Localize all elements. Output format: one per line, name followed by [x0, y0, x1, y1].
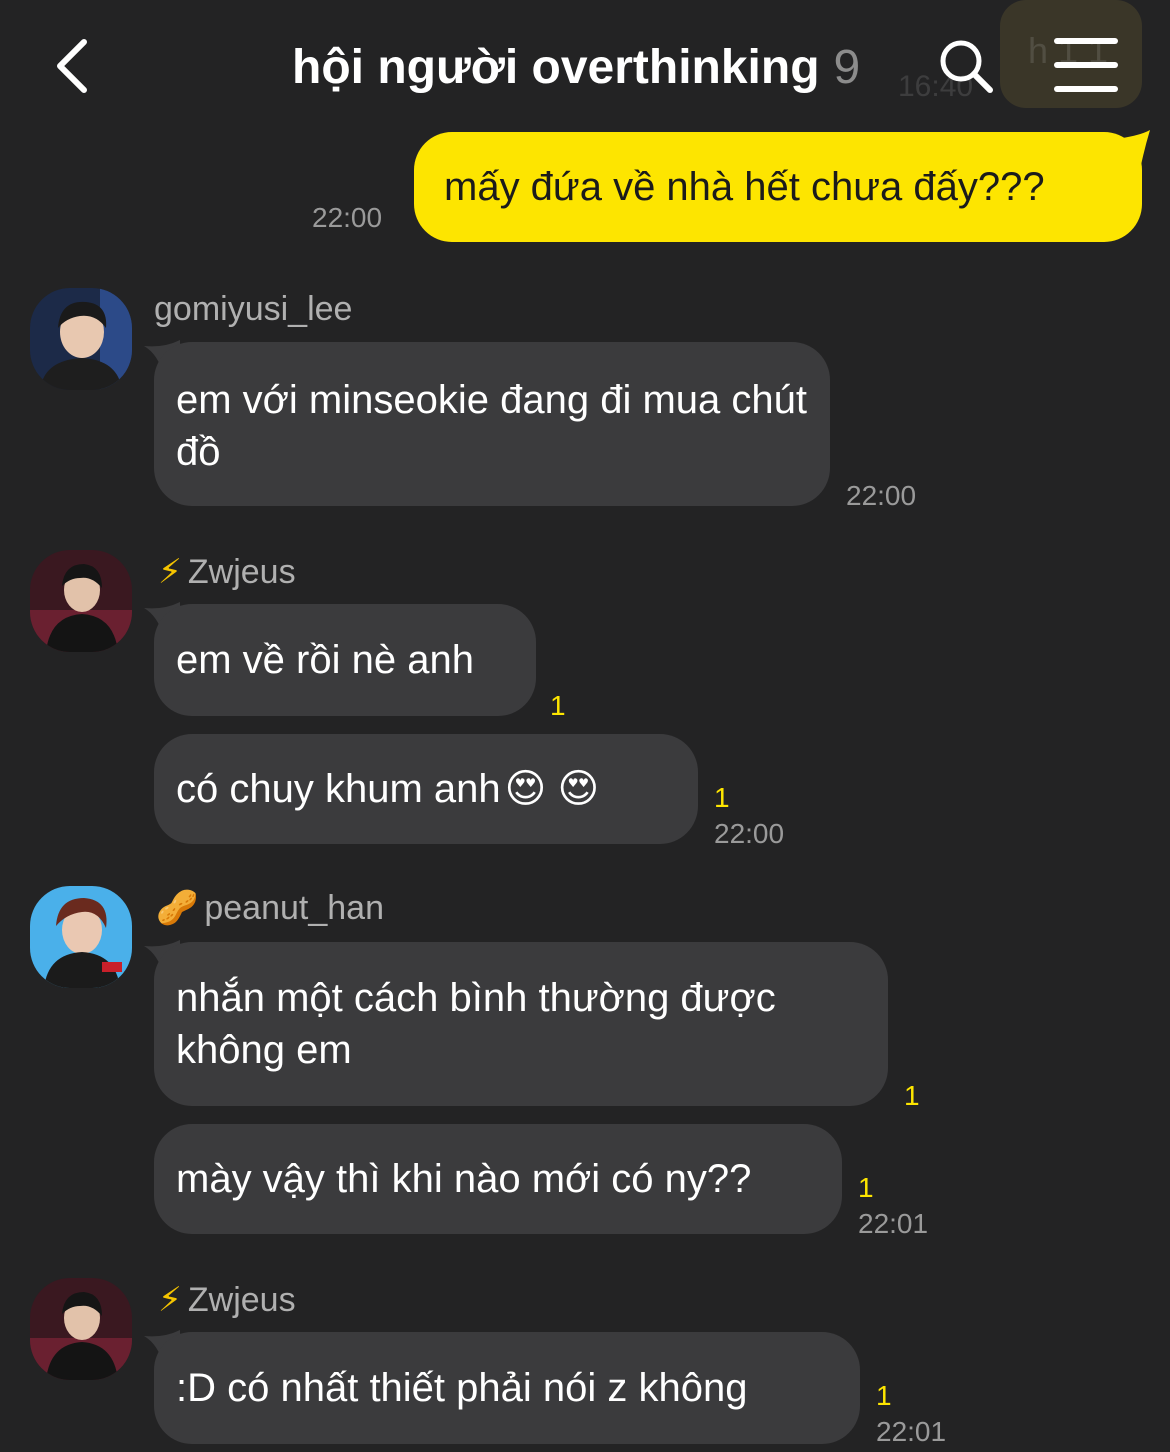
message-text: em với minseokie đang đi mua chút đồ	[176, 378, 807, 474]
avatar[interactable]	[30, 550, 132, 652]
avatar[interactable]	[30, 288, 132, 390]
message-bubble[interactable]: nhắn một cách bình thường được không em	[154, 942, 888, 1106]
peanut-icon: 🥜	[156, 889, 199, 927]
heart-eyes-emoji: 😍 😍	[504, 767, 600, 811]
menu-line	[1054, 62, 1118, 68]
message-text: :D có nhất thiết phải nói z không	[176, 1366, 748, 1410]
message-time: 22:00	[312, 202, 383, 233]
message-text: có chuy khum anh	[176, 767, 501, 811]
message-bubble[interactable]: em về rồi nè anh	[154, 604, 536, 716]
message-bubble-mine[interactable]: mấy đứa về nhà hết chưa đấy???	[414, 132, 1142, 242]
chat-header: hội người overthinking 9 h 1 1 16:40	[0, 0, 1170, 130]
message-time: 22:01	[858, 1208, 929, 1239]
message-text: em về rồi nè anh	[176, 638, 474, 682]
back-button[interactable]	[40, 36, 100, 96]
sender-name: gomiyusi_lee	[154, 290, 352, 329]
sender-name-text: Zwjeus	[187, 552, 296, 591]
chevron-left-icon	[57, 39, 87, 93]
message-bubble[interactable]: có chuy khum anh 😍 😍	[154, 734, 698, 844]
message-time: 22:00	[714, 818, 785, 849]
lightning-icon: ⚡	[158, 1281, 182, 1319]
message-time: 22:00	[846, 480, 917, 511]
message-bubble[interactable]: mày vậy thì khi nào mới có ny??	[154, 1124, 842, 1234]
message-time: 22:01	[876, 1416, 947, 1447]
chat-title-text: hội người overthinking	[292, 41, 820, 94]
message-bubble[interactable]: :D có nhất thiết phải nói z không	[154, 1332, 860, 1444]
chat-title: hội người overthinking 9	[292, 38, 860, 98]
menu-line	[1054, 86, 1118, 92]
unread-count: 1	[550, 690, 566, 721]
sender-name: ⚡ Zwjeus	[158, 1280, 296, 1320]
unread-count: 1	[876, 1380, 892, 1411]
avatar[interactable]	[30, 886, 132, 988]
sender-name: ⚡ Zwjeus	[158, 552, 296, 592]
unread-count: 1	[858, 1172, 874, 1203]
message-text: mày vậy thì khi nào mới có ny??	[176, 1157, 752, 1201]
member-count: 9	[833, 41, 861, 94]
message-text: nhắn một cách bình thường được không em	[176, 976, 776, 1072]
avatar[interactable]	[30, 1278, 132, 1380]
message-bubble[interactable]: em với minseokie đang đi mua chút đồ	[154, 342, 830, 506]
ghost-time: 16:40	[898, 70, 974, 103]
unread-count: 1	[714, 782, 730, 813]
message-text: mấy đứa về nhà hết chưa đấy???	[444, 165, 1045, 209]
sender-name-text: Zwjeus	[187, 1280, 296, 1319]
hamburger-menu-icon	[1054, 38, 1118, 44]
menu-button[interactable]	[1054, 38, 1118, 92]
lightning-icon: ⚡	[158, 553, 182, 591]
sender-name-text: gomiyusi_lee	[154, 290, 353, 328]
unread-count: 1	[904, 1080, 920, 1111]
sender-name: 🥜 peanut_han	[156, 888, 384, 928]
sender-name-text: peanut_han	[204, 888, 384, 927]
